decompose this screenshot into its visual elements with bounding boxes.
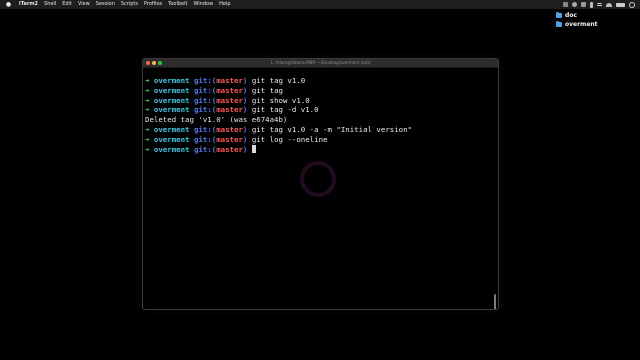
search-icon[interactable] <box>629 1 635 8</box>
terminal-line: ➜ overment git:(master) git show v1.0 <box>145 96 496 106</box>
prompt-dir: overment <box>153 134 190 144</box>
prompt-dir: overment <box>153 144 190 154</box>
prompt-arrow: ➜ <box>145 134 150 144</box>
prompt-git-close: ) <box>242 105 248 115</box>
prompt-branch: master <box>216 124 243 134</box>
prompt-git-close: ) <box>242 85 248 95</box>
menu-item-profiles[interactable]: Profiles <box>141 0 165 9</box>
sq-icon[interactable] <box>563 2 568 7</box>
prompt-git: git:( <box>193 105 217 115</box>
menu-item-shell[interactable]: Shell <box>41 0 59 9</box>
prompt-arrow: ➜ <box>145 124 150 134</box>
circle-icon[interactable] <box>572 2 577 7</box>
menu-item-toolbelt[interactable]: Toolbelt <box>165 0 190 9</box>
prompt-arrow: ➜ <box>145 144 150 154</box>
bluetooth-icon[interactable] <box>590 1 593 8</box>
menu-item-view[interactable]: View <box>75 0 93 9</box>
prompt-branch: master <box>216 144 243 154</box>
folder-label: doc <box>565 11 577 19</box>
folder-label: overment <box>565 20 598 28</box>
terminal-active-line[interactable]: ➜ overment git:(master) <box>145 144 496 155</box>
terminal-line: ➜ overment git:(master) git tag <box>145 86 496 96</box>
prompt-branch: master <box>216 134 243 144</box>
prompt-git: git:( <box>193 124 217 134</box>
text-cursor[interactable] <box>251 144 256 153</box>
prompt-arrow: ➜ <box>145 85 150 95</box>
prompt-branch: master <box>216 105 243 115</box>
menu-item-help[interactable]: Help <box>216 0 233 9</box>
prompt-git-close: ) <box>242 134 248 144</box>
prompt-dir: overment <box>153 76 190 85</box>
menu-item-window[interactable]: Window <box>190 0 216 9</box>
prompt-dir: overment <box>153 124 190 134</box>
prompt-dir: overment <box>153 95 190 105</box>
menu-item-scripts[interactable]: Scripts <box>118 0 141 9</box>
grid-icon[interactable] <box>581 2 586 7</box>
command-text: git tag -d v1.0 <box>251 105 319 115</box>
prompt-git: git:( <box>193 144 217 154</box>
prompt-git: git:( <box>193 76 217 85</box>
apple-icon[interactable]: ● <box>5 1 12 8</box>
desktop-folder-overment[interactable]: overment <box>556 20 598 28</box>
prompt-branch: master <box>216 95 243 105</box>
folder-icon <box>556 20 562 27</box>
prompt-git: git:( <box>193 134 217 144</box>
prompt-dir: overment <box>153 105 190 115</box>
prompt-branch: master <box>216 85 243 95</box>
menu-item-edit[interactable]: Edit <box>59 0 75 9</box>
title-bar[interactable]: 1. Adam@Adams-MBP: ~/Desktop/overment (z… <box>143 59 498 68</box>
folder-icon <box>556 11 562 18</box>
command-text: git tag v1.0 <box>251 76 306 85</box>
menu-bar: ● iTerm2 Shell Edit View Session Scripts… <box>0 0 640 9</box>
command-text: git log --oneline <box>251 134 328 144</box>
prompt-arrow: ➜ <box>145 105 150 115</box>
prompt-git-close: ) <box>242 76 248 85</box>
prompt-git-close: ) <box>242 124 248 134</box>
command-text: git tag <box>251 85 283 95</box>
prompt-dir: overment <box>153 85 190 95</box>
terminal-line: ➜ overment git:(master) git tag v1.0 -a … <box>145 125 496 135</box>
terminal-line: ➜ overment git:(master) git log --onelin… <box>145 135 496 145</box>
scrollbar[interactable] <box>494 294 496 309</box>
list-icon[interactable] <box>597 2 602 7</box>
prompt-git: git:( <box>193 85 217 95</box>
terminal-line: ➜ overment git:(master) git tag v1.0 <box>145 76 496 86</box>
window-title: 1. Adam@Adams-MBP: ~/Desktop/overment (z… <box>270 60 371 65</box>
desktop-folder-doc[interactable]: doc <box>556 11 577 19</box>
watermark-ring <box>300 161 336 197</box>
prompt-arrow: ➜ <box>145 76 150 85</box>
desktop: ● iTerm2 Shell Edit View Session Scripts… <box>0 0 640 360</box>
terminal-output-line: Deleted tag 'v1.0' (was e674a4b) <box>145 115 288 125</box>
command-text: git show v1.0 <box>251 95 310 105</box>
status-area <box>563 0 640 9</box>
terminal-line: ➜ overment git:(master) git tag -d v1.0 <box>145 105 496 115</box>
menu-item-iterm2[interactable]: iTerm2 <box>16 0 41 9</box>
prompt-git-close: ) <box>242 95 248 105</box>
prompt-branch: master <box>216 76 243 85</box>
battery-icon[interactable] <box>616 2 625 7</box>
prompt-arrow: ➜ <box>145 95 150 105</box>
wifi-icon[interactable] <box>606 2 612 7</box>
prompt-git: git:( <box>193 95 217 105</box>
command-text: git tag v1.0 -a -m "Initial version" <box>251 124 413 134</box>
menu-item-session[interactable]: Session <box>93 0 118 9</box>
prompt-git-close: ) <box>242 144 248 154</box>
